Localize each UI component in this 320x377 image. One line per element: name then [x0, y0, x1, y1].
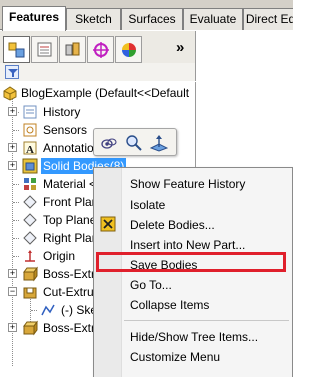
property-manager-tab[interactable] — [31, 36, 58, 63]
sketch-icon — [41, 304, 55, 316]
tab-direct-editing[interactable]: Direct Ed — [243, 8, 293, 30]
filter-icon[interactable] — [5, 65, 19, 79]
display-manager-tab[interactable] — [115, 36, 142, 63]
filter-bar — [0, 63, 196, 81]
boss-extrude-icon — [23, 266, 38, 282]
configuration-manager-tab[interactable] — [59, 36, 86, 63]
tab-sketch[interactable]: Sketch — [66, 8, 121, 30]
menu-item-show-feature-history[interactable]: Show Feature History — [130, 177, 245, 191]
menu-item-customize-menu[interactable]: Customize Menu — [130, 350, 220, 364]
normal-to-icon[interactable] — [150, 134, 168, 152]
tab-features[interactable]: Features — [2, 6, 66, 31]
solidworks-window: Features Sketch Surfaces Evaluate Direct… — [0, 0, 293, 377]
menu-item-hide-show-tree-items[interactable]: Hide/Show Tree Items... — [130, 330, 258, 344]
expand-icon[interactable]: + — [8, 323, 17, 332]
hide-show-icon[interactable] — [100, 134, 118, 152]
history-icon — [23, 105, 37, 119]
part-icon — [3, 86, 17, 101]
context-menu: Show Feature History Isolate Delete Bodi… — [93, 167, 293, 377]
plane-icon — [23, 231, 37, 245]
plane-icon — [23, 213, 37, 227]
expand-icon[interactable]: + — [8, 143, 17, 152]
tree-part-row[interactable]: BlogExample (Default<<Default — [0, 84, 196, 102]
zoom-to-selection-icon[interactable] — [125, 134, 143, 152]
menu-item-delete-bodies[interactable]: Delete Bodies... — [130, 218, 215, 232]
cut-extrude-icon — [23, 287, 37, 299]
plane-icon — [23, 195, 37, 209]
menu-separator — [124, 320, 289, 321]
sensors-icon — [23, 123, 37, 137]
origin-icon — [25, 250, 35, 262]
menu-icon-gutter — [94, 168, 122, 377]
save-bodies-highlight-box — [96, 252, 286, 272]
tree-item-history[interactable]: + History — [0, 103, 196, 121]
tab-evaluate[interactable]: Evaluate — [183, 8, 243, 30]
command-manager-tabs: Features Sketch Surfaces Evaluate Direct… — [0, 0, 293, 31]
menu-item-isolate[interactable]: Isolate — [130, 198, 165, 212]
feature-tree-icon — [8, 42, 25, 58]
feature-tree-tab[interactable] — [3, 36, 30, 63]
expand-icon[interactable]: + — [8, 269, 17, 278]
menu-item-insert-into-new-part[interactable]: Insert into New Part... — [130, 238, 245, 252]
material-icon — [24, 178, 36, 190]
part-label: BlogExample (Default<<Default — [21, 86, 190, 100]
tab-surfaces[interactable]: Surfaces — [121, 8, 183, 30]
expand-icon[interactable]: + — [8, 161, 17, 170]
dimxpert-tab[interactable] — [87, 36, 114, 63]
annotations-icon: A — [23, 141, 37, 156]
more-tabs-chevron-icon[interactable]: » — [176, 39, 184, 56]
context-toolbar — [93, 128, 177, 156]
dimxpert-icon — [93, 42, 109, 58]
configuration-manager-icon — [65, 42, 80, 56]
boss-extrude-icon — [23, 320, 38, 336]
expand-icon[interactable]: + — [8, 107, 17, 116]
display-manager-icon — [122, 43, 136, 57]
delete-bodies-icon — [100, 216, 116, 232]
svg-text:A: A — [26, 144, 34, 156]
property-manager-icon — [37, 42, 52, 57]
solid-bodies-icon — [22, 158, 38, 174]
menu-item-go-to[interactable]: Go To... — [130, 278, 172, 292]
menu-item-collapse-items[interactable]: Collapse Items — [130, 298, 209, 312]
collapse-icon[interactable]: − — [8, 287, 17, 296]
